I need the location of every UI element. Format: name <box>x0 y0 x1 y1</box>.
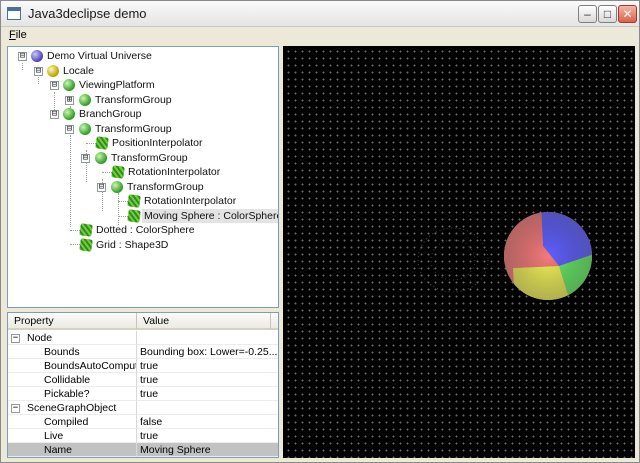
property-value[interactable]: true <box>137 359 278 373</box>
tree-node-label: PositionInterpolator <box>112 137 203 149</box>
behavior-icon <box>127 194 141 208</box>
tree-node[interactable]: ⊟ Locale <box>8 64 278 78</box>
app-window: Java3declipse demo – □ ✕ File ⊟ Demo Vir… <box>0 0 640 463</box>
menu-bar: File <box>1 28 639 45</box>
column-header-filler <box>271 313 278 330</box>
scene-3d-canvas[interactable] <box>283 46 635 458</box>
group-icon <box>63 108 75 120</box>
tree-node[interactable]: Grid : Shape3D <box>8 238 278 252</box>
menu-file-mnemonic: F <box>9 29 16 41</box>
menu-file-label: ile <box>15 29 27 41</box>
tree-node-label: TransformGroup <box>127 181 204 193</box>
group-icon <box>111 181 123 193</box>
collapse-icon[interactable]: ⊟ <box>50 81 59 90</box>
property-name: SceneGraphObject <box>27 402 117 414</box>
behavior-icon <box>111 165 125 179</box>
tree-node[interactable]: ⊞ TransformGroup <box>8 93 278 107</box>
tree-node[interactable]: ⊟ BranchGroup <box>8 107 278 121</box>
tree-node-label: Demo Virtual Universe <box>47 50 152 62</box>
property-name: Live <box>44 430 64 442</box>
column-header-property[interactable]: Property <box>8 313 137 330</box>
property-name: Name <box>44 444 73 456</box>
property-name: Collidable <box>44 374 91 386</box>
window-title: Java3declipse demo <box>28 6 147 21</box>
tree-node[interactable]: Dotted : ColorSphere <box>8 223 278 237</box>
collapse-icon[interactable]: ⊟ <box>18 52 27 61</box>
property-value[interactable]: true <box>137 373 278 387</box>
property-value[interactable]: Bounding box: Lower=-0.25... <box>137 345 278 359</box>
property-row-selected[interactable]: Name Moving Sphere <box>8 443 278 457</box>
property-row[interactable]: Pickable? true <box>8 387 278 401</box>
property-value <box>137 401 278 415</box>
tree-node[interactable]: ⊟ Demo Virtual Universe <box>8 49 278 63</box>
property-value[interactable]: true <box>137 429 278 443</box>
tree-node-label: ViewingPlatform <box>79 79 155 91</box>
property-value[interactable]: Moving Sphere <box>137 443 278 457</box>
collapse-icon[interactable]: ⊟ <box>34 67 43 76</box>
dotted-sphere-inner <box>430 239 476 281</box>
tree-node[interactable]: ⊟ TransformGroup <box>8 180 278 194</box>
expand-icon[interactable]: ⊞ <box>65 96 74 105</box>
tree-node-label: Locale <box>63 65 94 77</box>
tree-node[interactable]: RotationInterpolator <box>8 194 278 208</box>
property-value[interactable]: false <box>137 415 278 429</box>
universe-icon <box>31 50 43 62</box>
property-name: Bounds <box>44 346 80 358</box>
title-bar[interactable]: Java3declipse demo – □ ✕ <box>1 1 639 27</box>
tree-node-selected[interactable]: Moving Sphere : ColorSphere <box>8 209 278 223</box>
tree-node-label: RotationInterpolator <box>128 166 221 178</box>
property-value <box>137 331 278 345</box>
collapse-icon[interactable]: ⊟ <box>65 125 74 134</box>
property-category-row[interactable]: − SceneGraphObject <box>8 401 278 415</box>
tree-node-label: TransformGroup <box>111 152 188 164</box>
property-category-row[interactable]: − Node <box>8 331 278 345</box>
collapse-icon[interactable]: − <box>11 404 20 413</box>
property-row[interactable]: Bounds Bounding box: Lower=-0.25... <box>8 345 278 359</box>
property-row[interactable]: Compiled false <box>8 415 278 429</box>
group-icon <box>95 152 107 164</box>
tree-node[interactable]: PositionInterpolator <box>8 136 278 150</box>
group-icon <box>79 123 91 135</box>
tree-node-label: Moving Sphere : ColorSphere <box>142 209 278 223</box>
tree-node-label: TransformGroup <box>95 94 172 106</box>
moving-sphere-shading <box>504 212 592 300</box>
tree-node[interactable]: ⊟ ViewingPlatform <box>8 78 278 92</box>
locale-icon <box>47 65 59 77</box>
menu-file[interactable]: File <box>9 29 27 41</box>
group-icon <box>79 94 91 106</box>
group-icon <box>63 79 75 91</box>
property-name: Pickable? <box>44 388 90 400</box>
tree-node-label: Grid : Shape3D <box>96 239 169 251</box>
property-row[interactable]: BoundsAutoCompute true <box>8 359 278 373</box>
property-name: Node <box>27 332 53 344</box>
properties-table[interactable]: Property Value − Node Bounds Bounding box… <box>7 312 279 458</box>
collapse-icon[interactable]: ⊟ <box>81 154 90 163</box>
property-value[interactable]: true <box>137 387 278 401</box>
close-button[interactable]: ✕ <box>618 5 637 23</box>
property-name: BoundsAutoCompute <box>44 360 137 372</box>
tree-node-label: RotationInterpolator <box>144 195 237 207</box>
shape-icon <box>79 223 93 237</box>
collapse-icon[interactable]: ⊟ <box>97 183 106 192</box>
property-row[interactable]: Live true <box>8 429 278 443</box>
column-header-value[interactable]: Value <box>137 313 271 330</box>
tree-node-label: TransformGroup <box>95 123 172 135</box>
collapse-icon[interactable]: − <box>11 334 20 343</box>
dotted-sphere <box>417 227 489 293</box>
tree-node[interactable]: ⊟ TransformGroup <box>8 151 278 165</box>
maximize-button[interactable]: □ <box>598 5 617 23</box>
tree-node-label: BranchGroup <box>79 108 142 120</box>
scene-graph-tree[interactable]: ⊟ Demo Virtual Universe ⊟ Locale ⊟ Viewi… <box>7 46 279 308</box>
shape-icon <box>127 209 141 223</box>
app-window-icon <box>7 7 21 20</box>
property-row[interactable]: Collidable true <box>8 373 278 387</box>
tree-node[interactable]: ⊟ TransformGroup <box>8 122 278 136</box>
behavior-icon <box>95 136 109 150</box>
property-name: Compiled <box>44 416 89 428</box>
minimize-button[interactable]: – <box>578 5 597 23</box>
shape-icon <box>79 238 93 252</box>
tree-node[interactable]: RotationInterpolator <box>8 165 278 179</box>
tree-node-label: Dotted : ColorSphere <box>96 224 195 236</box>
collapse-icon[interactable]: ⊟ <box>50 110 59 119</box>
